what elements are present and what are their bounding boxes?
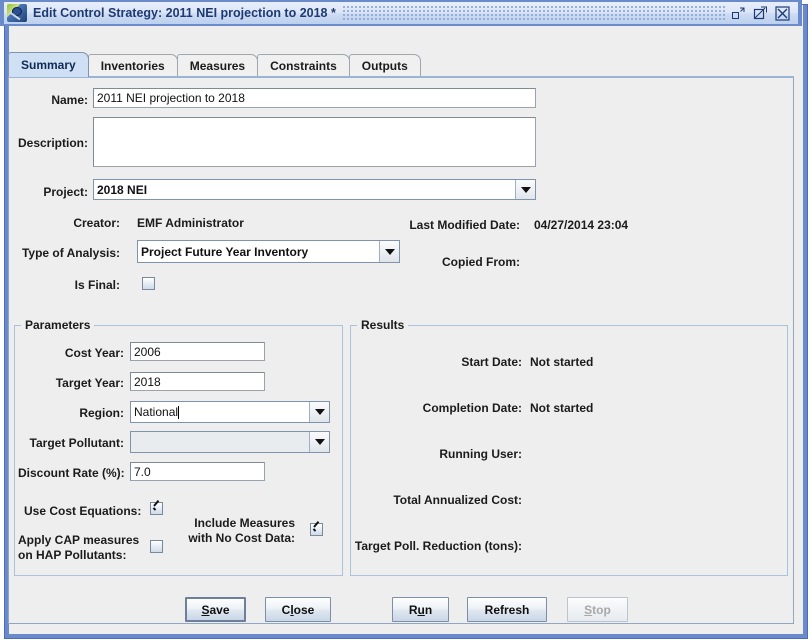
close-icon[interactable] [775,5,790,21]
tab-constraints[interactable]: Constraints [257,54,350,77]
save-button[interactable]: Save [185,597,246,622]
description-label: Description: [17,136,88,150]
close-button-label: Close [281,602,315,617]
creator-value: EMF Administrator [137,216,244,230]
include-measures-label-line1: Include Measures [194,516,295,530]
total-annualized-cost-label: Total Annualized Cost: [393,493,522,507]
target-poll-reduction-label: Target Poll. Reduction (tons): [354,539,522,553]
tab-strip: Summary Inventories Measures Constraints… [8,52,796,77]
tab-panel-top-edge [8,76,794,78]
last-modified-date-label: Last Modified Date: [409,218,520,232]
minimize-icon[interactable] [731,6,746,21]
tab-outputs[interactable]: Outputs [348,54,421,77]
results-group-title: Results [357,318,409,332]
use-cost-equations-label: Use Cost Equations: [24,504,142,518]
discount-rate-input[interactable]: 7.0 [130,462,265,481]
running-user-label: Running User: [439,447,522,461]
tab-inventories[interactable]: Inventories [87,54,178,77]
target-pollutant-combobox[interactable] [130,431,330,453]
chevron-down-icon[interactable] [309,402,329,422]
close-button[interactable]: Close [265,597,331,622]
run-button-label: Run [408,602,433,617]
title-bar[interactable]: Edit Control Strategy: 2011 NEI projecti… [0,0,802,26]
type-of-analysis-value: Project Future Year Inventory [141,244,309,259]
target-year-input[interactable]: 2018 [130,372,265,391]
type-of-analysis-combobox[interactable]: Project Future Year Inventory [137,240,400,263]
apply-cap-label-line2: on HAP Pollutants: [18,548,127,562]
use-cost-equations-checkbox[interactable] [150,502,163,515]
region-combobox-value[interactable]: National [131,402,309,422]
copied-from-label: Copied From: [442,255,520,269]
name-label: Name: [51,93,88,107]
discount-rate-label: Discount Rate (%): [18,466,125,480]
start-date-label: Start Date: [461,355,522,369]
project-combobox[interactable]: 2018 NEI [93,179,536,200]
title-bar-texture [341,4,725,22]
app-satellite-icon [7,4,27,22]
last-modified-date-value: 04/27/2014 23:04 [534,218,629,232]
region-combobox[interactable]: National [130,401,330,423]
type-of-analysis-label: Type of Analysis: [21,246,120,260]
save-button-label: Save [201,602,230,617]
project-combobox-value: 2018 NEI [97,182,148,197]
stop-button[interactable]: Stop [567,597,628,622]
apply-cap-checkbox[interactable] [150,540,163,553]
creator-label: Creator: [73,216,120,230]
tab-summary[interactable]: Summary [8,52,89,77]
is-final-label: Is Final: [74,278,120,292]
maximize-icon[interactable] [753,6,768,21]
chevron-down-icon[interactable] [309,432,329,452]
refresh-button-label: Refresh [484,602,530,617]
tab-measures[interactable]: Measures [176,54,259,77]
window-title: Edit Control Strategy: 2011 NEI projecti… [33,6,336,20]
description-textarea[interactable] [93,117,536,167]
parameters-group-title: Parameters [21,318,95,332]
start-date-value: Not started [530,355,594,369]
completion-date-value: Not started [530,401,594,415]
refresh-button[interactable]: Refresh [467,597,547,622]
is-final-checkbox[interactable] [142,277,155,290]
include-measures-label-line2: with No Cost Data: [188,531,295,545]
region-label: Region: [79,406,124,420]
edit-control-strategy-window: Edit Control Strategy: 2011 NEI projecti… [0,0,812,643]
name-input[interactable]: 2011 NEI projection to 2018 [93,88,536,108]
cost-year-input[interactable]: 2006 [130,342,265,361]
target-pollutant-value [131,432,309,452]
cost-year-label: Cost Year: [64,346,124,360]
project-label: Project: [43,185,88,199]
window-controls [731,5,790,21]
completion-date-label: Completion Date: [422,401,522,415]
target-pollutant-label: Target Pollutant: [29,436,124,450]
run-button[interactable]: Run [392,597,449,622]
chevron-down-icon[interactable] [515,180,535,199]
include-measures-checkbox[interactable] [310,523,323,536]
apply-cap-label-line1: Apply CAP measures [18,533,140,547]
target-year-label: Target Year: [55,376,124,390]
stop-button-label: Stop [584,602,611,617]
